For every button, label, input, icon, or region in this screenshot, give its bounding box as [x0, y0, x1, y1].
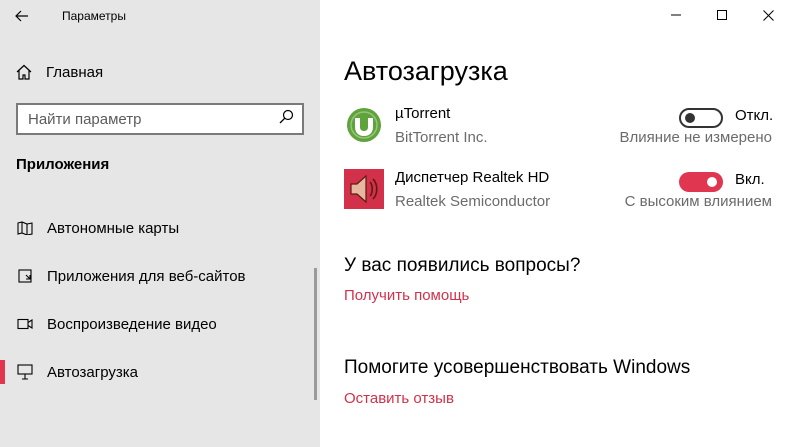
sidebar-item-video-playback[interactable]: Воспроизведение видео	[0, 304, 320, 344]
startup-impact: Влияние не измерено	[619, 129, 772, 146]
sidebar-item-web-apps[interactable]: Приложения для веб-сайтов	[0, 256, 320, 296]
page-title: Автозагрузка	[344, 56, 508, 86]
startup-app-row: µTorrent BitTorrent Inc. Откл. Влияние н…	[344, 105, 774, 153]
map-icon	[16, 221, 34, 235]
toggle-state-label: Откл.	[735, 107, 774, 124]
home-label: Главная	[46, 63, 104, 81]
sidebar: Параметры Главная Приложения Автономные …	[0, 0, 320, 447]
back-button[interactable]	[0, 0, 44, 32]
back-arrow-icon	[15, 10, 28, 22]
app-publisher: Realtek Semiconductor	[395, 193, 551, 210]
startup-toggle[interactable]	[679, 172, 723, 192]
startup-icon	[16, 364, 34, 380]
utorrent-icon	[344, 105, 384, 145]
startup-app-row: Диспетчер Realtek HD Realtek Semiconduct…	[344, 169, 774, 217]
window-title: Параметры	[62, 9, 126, 23]
section-title: Приложения	[16, 156, 110, 173]
speaker-icon	[344, 169, 384, 209]
search-input[interactable]	[28, 110, 258, 128]
minimize-button[interactable]	[653, 0, 699, 30]
sidebar-item-label: Автозагрузка	[47, 363, 138, 381]
title-bar: Параметры	[0, 0, 320, 32]
sidebar-item-label: Приложения для веб-сайтов	[47, 267, 246, 285]
web-app-icon	[16, 269, 34, 283]
toggle-knob	[707, 177, 717, 187]
maximize-icon	[717, 10, 727, 20]
close-button[interactable]	[745, 0, 791, 30]
active-indicator	[0, 360, 5, 384]
sidebar-item-startup[interactable]: Автозагрузка	[0, 352, 320, 392]
startup-impact: С высоким влиянием	[624, 193, 772, 210]
feedback-heading: Помогите усовершенствовать Windows	[344, 357, 691, 378]
sidebar-scrollbar[interactable]	[314, 268, 317, 400]
startup-toggle[interactable]	[679, 108, 723, 128]
app-name: µTorrent	[395, 105, 451, 122]
sidebar-item-label: Воспроизведение видео	[47, 315, 217, 333]
give-feedback-link[interactable]: Оставить отзыв	[344, 390, 454, 407]
home-icon	[16, 64, 34, 80]
questions-heading: У вас появились вопросы?	[344, 255, 581, 276]
sidebar-item-offline-maps[interactable]: Автономные карты	[0, 208, 320, 248]
video-icon	[16, 318, 34, 330]
sidebar-item-label: Автономные карты	[47, 219, 180, 237]
window-controls	[653, 0, 791, 30]
toggle-knob	[685, 113, 695, 123]
app-publisher: BitTorrent Inc.	[395, 129, 488, 146]
close-icon	[762, 9, 774, 21]
get-help-link[interactable]: Получить помощь	[344, 287, 469, 304]
app-name: Диспетчер Realtek HD	[395, 169, 550, 186]
search-box[interactable]	[16, 103, 304, 135]
minimize-icon	[671, 14, 681, 16]
maximize-button[interactable]	[699, 0, 745, 30]
toggle-state-label: Вкл.	[735, 171, 765, 188]
search-icon[interactable]	[279, 109, 294, 129]
sidebar-item-home[interactable]: Главная	[0, 56, 320, 88]
